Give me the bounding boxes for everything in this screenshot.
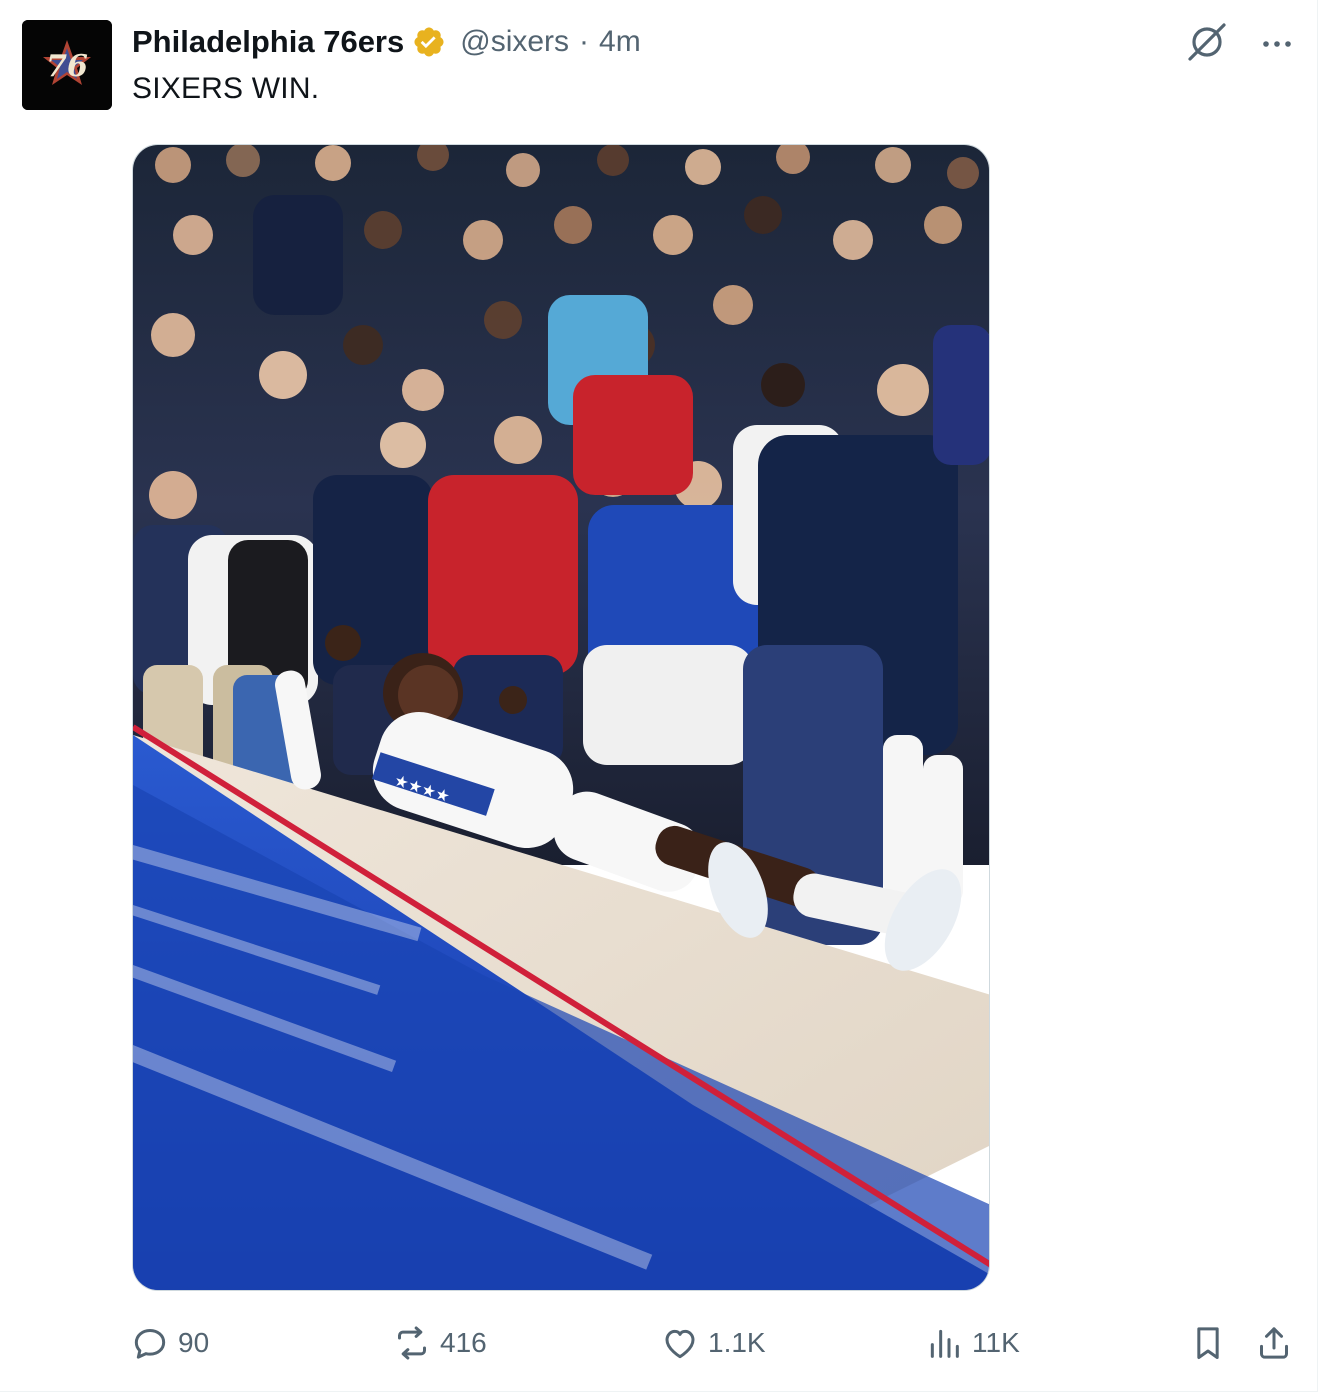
grok-icon[interactable] [1183, 18, 1231, 66]
post-actions-bar: 90 416 1.1K 11K [130, 1318, 1300, 1368]
reply-icon [134, 1329, 166, 1359]
views-button[interactable]: 11K [924, 1318, 1020, 1368]
share-button[interactable] [1254, 1318, 1294, 1368]
post-photo[interactable]: ★★★★ [132, 144, 990, 1291]
author-handle[interactable]: @sixers [460, 25, 569, 59]
court-photo-illustration: ★★★★ [133, 145, 989, 1290]
more-icon[interactable] [1257, 22, 1297, 62]
repost-icon [398, 1326, 426, 1360]
reply-count: 90 [178, 1327, 210, 1358]
post-header: Philadelphia 76ers @sixers · 4m [132, 20, 641, 64]
like-icon [665, 1329, 695, 1359]
bookmark-icon [1197, 1327, 1219, 1359]
post-text: SIXERS WIN. [132, 72, 320, 105]
avatar-logo-text: 76 [46, 49, 88, 84]
views-count: 11K [972, 1327, 1020, 1358]
separator-dot: · [579, 25, 590, 58]
like-count: 1.1K [708, 1327, 766, 1358]
tweet-post[interactable]: 76 Philadelphia 76ers @sixers · 4m SIXER… [0, 0, 1318, 1392]
like-button[interactable]: 1.1K [660, 1318, 766, 1368]
sixers-logo-icon: 76 [22, 20, 112, 110]
views-icon [930, 1329, 959, 1358]
repost-button[interactable]: 416 [392, 1318, 487, 1368]
share-icon [1260, 1327, 1288, 1359]
repost-count: 416 [440, 1327, 487, 1358]
author-display-name[interactable]: Philadelphia 76ers [132, 24, 404, 60]
post-top-actions [1183, 18, 1297, 66]
reply-button[interactable]: 90 [130, 1318, 209, 1368]
author-avatar[interactable]: 76 [22, 20, 112, 110]
verified-badge-icon[interactable] [412, 25, 446, 59]
bookmark-button[interactable] [1188, 1318, 1228, 1368]
post-timestamp[interactable]: 4m [599, 25, 641, 59]
